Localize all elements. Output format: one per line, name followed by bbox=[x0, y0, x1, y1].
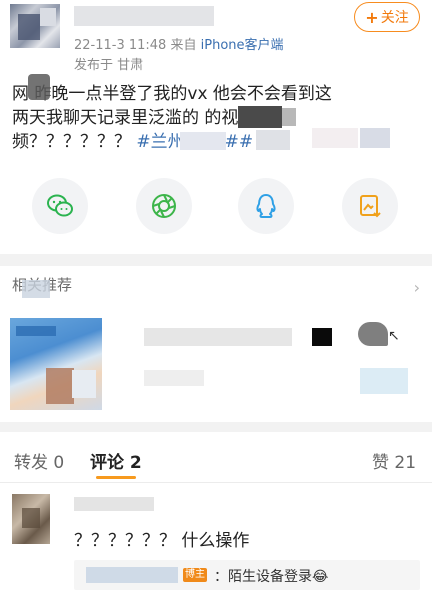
save-image-button[interactable] bbox=[342, 178, 398, 234]
redaction-mark bbox=[360, 128, 390, 148]
author-badge: 博主 bbox=[183, 568, 207, 582]
post-line-2: 两天我聊天记录里泛滥的 的视 bbox=[12, 108, 239, 128]
follow-button[interactable]: + 关注 bbox=[354, 2, 420, 32]
author-avatar[interactable] bbox=[10, 4, 60, 48]
redaction-mark bbox=[282, 108, 296, 126]
redaction-mark bbox=[28, 74, 50, 100]
tab-repost[interactable]: 转发 0 bbox=[14, 448, 64, 473]
source-prefix: 来自 bbox=[170, 38, 197, 53]
post-line-1: 网 昨晚一点半登了我的vx 他会不会看到这 bbox=[12, 84, 332, 104]
wechat-icon bbox=[47, 194, 73, 217]
tab-comment[interactable]: 评论 2 bbox=[90, 448, 142, 473]
hashtag-second[interactable]: ## bbox=[225, 132, 254, 152]
related-card[interactable]: ↖ bbox=[10, 318, 422, 410]
post-source[interactable]: iPhone客户端 bbox=[201, 38, 284, 53]
redaction-mark bbox=[22, 280, 50, 298]
section-divider bbox=[0, 254, 432, 266]
tab-like[interactable]: 赞 21 bbox=[372, 448, 416, 473]
redaction-mark bbox=[238, 106, 282, 128]
tab-separator bbox=[0, 482, 432, 483]
share-qq-button[interactable] bbox=[238, 178, 294, 234]
comment-text: ？？？？？？ 什么操作 bbox=[74, 531, 250, 551]
cursor-icon: ↖ bbox=[388, 328, 400, 344]
related-badge-icon bbox=[358, 322, 388, 346]
reply-text: ：陌生设备登录😂 bbox=[214, 569, 329, 585]
qq-icon bbox=[256, 194, 276, 218]
commenter-avatar[interactable] bbox=[12, 494, 50, 544]
related-thumbnail[interactable] bbox=[10, 318, 102, 410]
reply-author-redacted[interactable] bbox=[86, 567, 178, 583]
author-name-redacted[interactable] bbox=[74, 6, 214, 26]
follow-label: 关注 bbox=[380, 10, 409, 26]
share-moments-button[interactable] bbox=[136, 178, 192, 234]
redaction-mark bbox=[312, 328, 332, 346]
save-image-icon bbox=[360, 195, 381, 218]
related-title-redacted bbox=[144, 328, 292, 346]
redaction-mark bbox=[312, 128, 358, 148]
post-timestamp: 22-11-3 11:48 bbox=[74, 38, 167, 53]
related-meta-redacted bbox=[144, 370, 204, 386]
share-wechat-button[interactable] bbox=[32, 178, 88, 234]
interaction-tabs: 转发 0 评论 2 赞 21 bbox=[0, 440, 432, 480]
post-header: 22-11-3 11:48 来自 iPhone客户端 发布于 甘肃 + 关注 bbox=[0, 0, 432, 73]
redaction-mark bbox=[180, 132, 226, 150]
redaction-mark bbox=[360, 368, 408, 394]
post-location: 发布于 甘肃 bbox=[74, 58, 144, 73]
commenter-name-redacted[interactable] bbox=[74, 497, 154, 511]
post-line-3-prefix: 频？？？？？？ bbox=[12, 132, 137, 152]
plus-icon: + bbox=[365, 7, 379, 27]
share-row bbox=[0, 178, 432, 240]
redaction-mark bbox=[256, 130, 290, 150]
active-tab-indicator bbox=[96, 476, 136, 479]
hashtag-lanzhou[interactable]: #兰州 bbox=[136, 132, 184, 152]
chevron-right-icon[interactable]: › bbox=[414, 278, 420, 297]
post-meta: 22-11-3 11:48 来自 iPhone客户端 bbox=[74, 34, 284, 53]
section-divider bbox=[0, 422, 432, 432]
moments-icon bbox=[152, 194, 176, 218]
